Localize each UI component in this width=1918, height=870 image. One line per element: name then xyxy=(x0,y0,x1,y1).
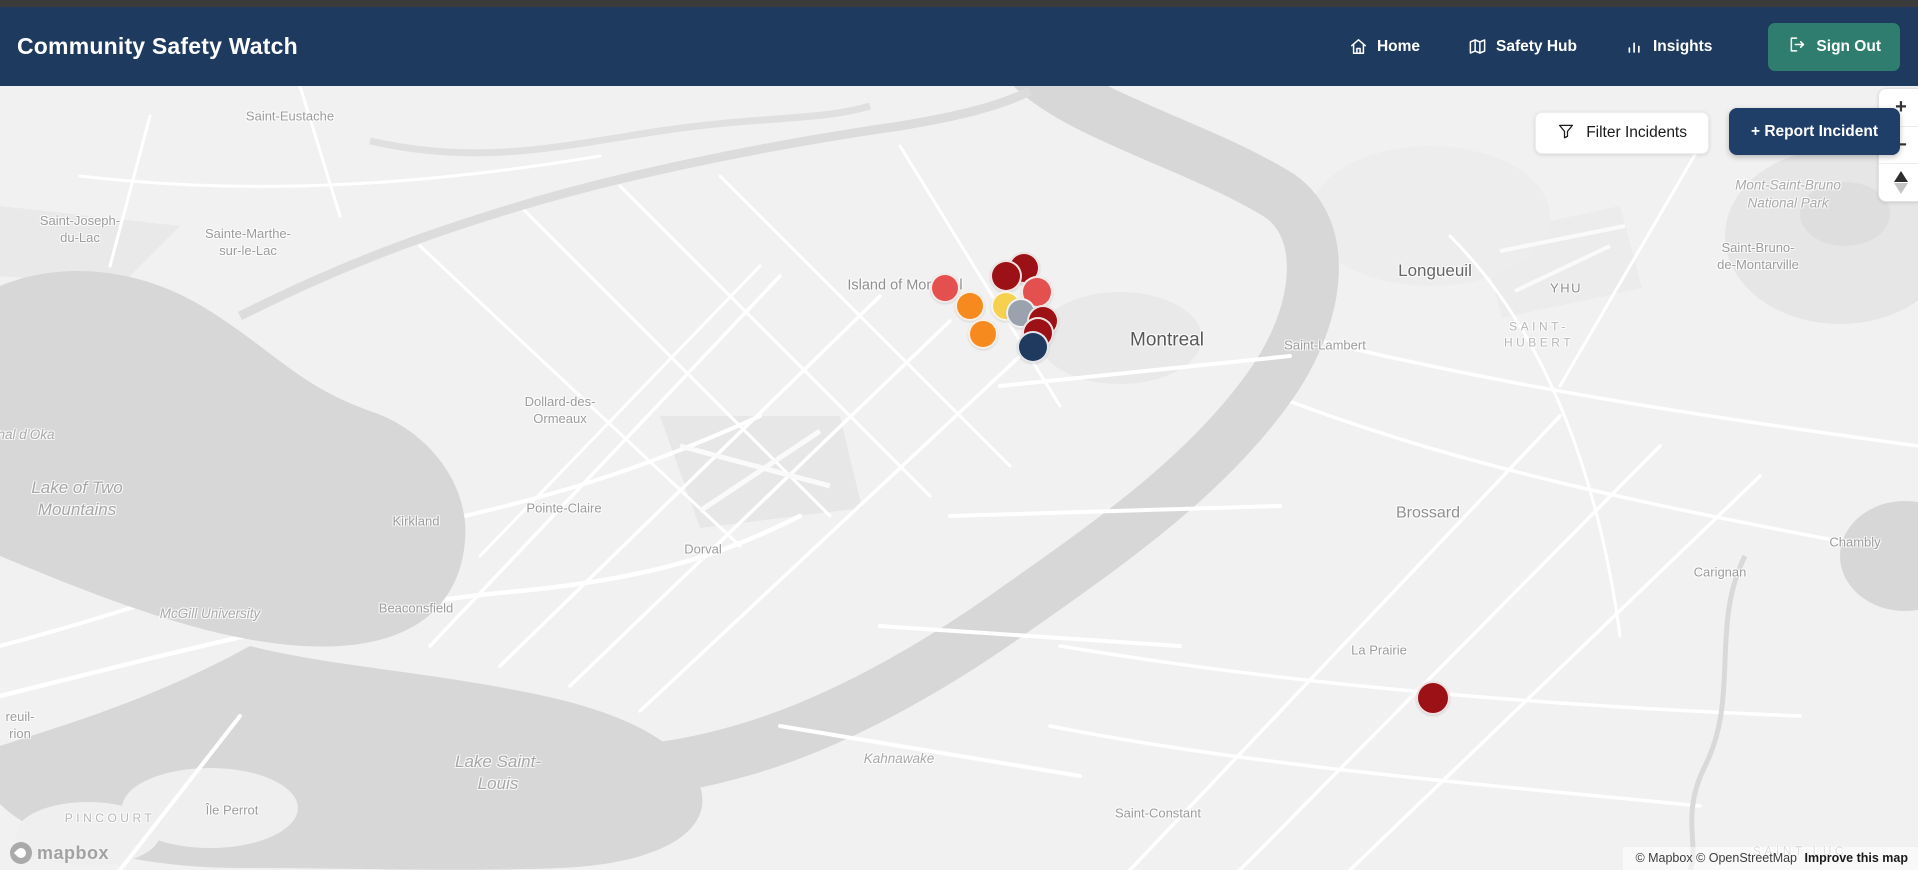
nav-item-label: Insights xyxy=(1653,37,1713,55)
mapbox-logo[interactable]: mapbox xyxy=(10,842,109,864)
basemap-art xyxy=(0,86,1918,870)
incident-marker[interactable] xyxy=(955,291,985,321)
filter-incidents-label: Filter Incidents xyxy=(1586,124,1687,141)
nav-item-insights[interactable]: Insights xyxy=(1625,37,1712,56)
map-canvas[interactable]: Saint-Eustache Saint-Joseph- du-Lac Sainte… xyxy=(0,86,1918,870)
sign-out-button[interactable]: Sign Out xyxy=(1768,22,1900,71)
map-icon xyxy=(1468,37,1487,56)
attribution-mapbox-link[interactable]: © Mapbox xyxy=(1635,851,1692,865)
attribution-improve-link[interactable]: Improve this map xyxy=(1805,851,1909,865)
mapbox-logo-icon xyxy=(10,842,32,864)
window-top-strip xyxy=(0,0,1918,7)
bar-chart-icon xyxy=(1625,37,1644,56)
funnel-icon xyxy=(1557,122,1575,145)
app-root: Community Safety Watch Home Safety Hub I… xyxy=(0,0,1918,870)
sign-out-icon xyxy=(1787,35,1806,59)
incident-marker[interactable] xyxy=(1416,681,1450,715)
attribution-osm-link[interactable]: © OpenStreetMap xyxy=(1696,851,1797,865)
map-attribution: © Mapbox © OpenStreetMap Improve this ma… xyxy=(1623,847,1918,870)
incident-marker[interactable] xyxy=(990,260,1022,292)
nav-item-label: Home xyxy=(1376,37,1421,55)
sign-out-label: Sign Out xyxy=(1816,37,1881,55)
nav-item-home[interactable]: Home xyxy=(1349,37,1420,56)
report-incident-button[interactable]: + Report Incident xyxy=(1728,108,1900,155)
home-icon xyxy=(1349,37,1368,56)
mapbox-logo-text: mapbox xyxy=(37,842,110,863)
app-title: Community Safety Watch xyxy=(17,33,298,59)
compass-icon xyxy=(1894,171,1908,195)
incident-marker[interactable] xyxy=(968,319,998,349)
nav-item-label: Safety Hub xyxy=(1496,37,1577,55)
incident-marker[interactable] xyxy=(1017,331,1049,363)
app-header: Community Safety Watch Home Safety Hub I… xyxy=(0,7,1918,86)
filter-incidents-button[interactable]: Filter Incidents xyxy=(1535,112,1709,154)
main-nav: Home Safety Hub Insights Sign Out xyxy=(1349,22,1900,71)
compass-button[interactable] xyxy=(1879,163,1918,201)
nav-item-safety-hub[interactable]: Safety Hub xyxy=(1468,37,1577,56)
